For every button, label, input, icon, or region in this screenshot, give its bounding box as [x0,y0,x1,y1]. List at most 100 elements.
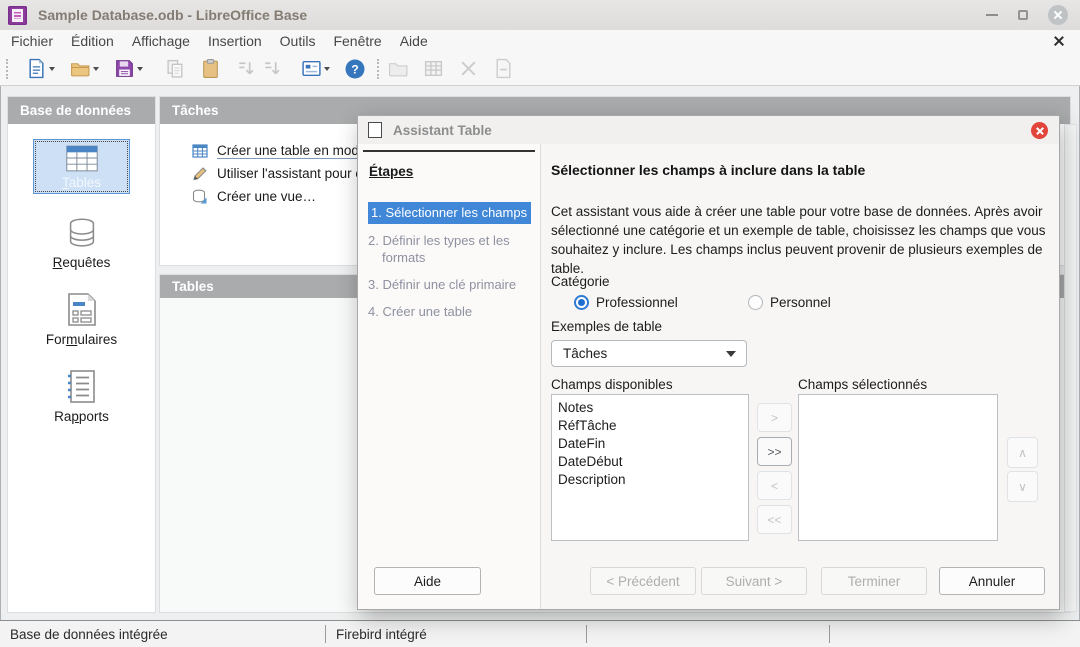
table-button [420,56,446,82]
dialog-title-bar: Assistant Table [358,116,1059,144]
form-view-dropdown[interactable] [324,67,330,74]
status-separator [586,625,587,643]
restore-button[interactable] [1018,10,1028,20]
move-up-button: ∧ [1007,437,1038,468]
help-button[interactable]: ? [342,56,368,82]
delete-button [455,56,481,82]
add-field-button: > [757,403,792,432]
libreoffice-base-icon [8,6,27,25]
radio-selected-icon [574,295,589,310]
toolbar-grip[interactable] [6,59,8,79]
queries-icon [63,215,101,251]
form-view-icon [301,58,322,79]
sort-ascending-button [232,56,258,82]
menu-insertion[interactable]: Insertion [199,33,271,49]
new-document-button[interactable] [23,56,49,82]
sidebar-item-formulaires[interactable]: Formulaires [8,291,155,347]
wizard-pen-icon [192,166,208,181]
dialog-close-button[interactable] [1031,122,1048,139]
sidebar-item-tables[interactable]: Tables [33,139,130,194]
delete-icon [458,58,479,79]
menu-fenetre[interactable]: Fenêtre [324,33,390,49]
move-down-button: ∨ [1007,471,1038,502]
status-bar: Base de données intégrée Firebird intégr… [0,620,1080,647]
sidebar-item-rapports[interactable]: Rapports [8,368,155,424]
table-view-icon [192,189,208,204]
wizard-step-4[interactable]: 4. Créer une table [368,303,532,320]
help-icon: ? [344,58,366,80]
rename-icon [493,58,514,79]
copy-icon [165,58,186,79]
toolbar: ? [0,52,1080,86]
form-view-button[interactable] [298,56,324,82]
reports-icon [65,368,99,405]
toolbar-grip-2[interactable] [377,59,379,79]
menu-aide[interactable]: Aide [391,33,437,49]
title-bar: Sample Database.odb - LibreOffice Base [0,0,1080,30]
radio-personnel[interactable]: Personnel [748,295,831,310]
menu-bar: Fichier Édition Affichage Insertion Outi… [0,30,1080,52]
available-fields-list[interactable]: Notes RéfTâche DateFin DateDébut Descrip… [551,394,749,541]
status-database-type: Base de données intégrée [10,627,168,642]
close-document-icon[interactable] [1052,34,1066,48]
table-examples-dropdown[interactable]: Tâches [551,340,747,367]
list-item[interactable]: DateDébut [552,453,748,471]
task-label: Utiliser l'assistant pour cr [217,166,367,181]
rename-button [490,56,516,82]
save-button[interactable] [111,56,137,82]
wizard-step-1[interactable]: 1. Sélectionner les champs [368,202,531,224]
finish-button: Terminer [821,567,927,595]
wizard-page-heading: Sélectionner les champs à inclure dans l… [551,162,865,178]
list-item[interactable]: Description [552,471,748,489]
previous-button: < Précédent [590,567,696,595]
open-button[interactable] [67,56,93,82]
minimize-button[interactable] [986,14,998,16]
menu-affichage[interactable]: Affichage [123,33,199,49]
wizard-step-2[interactable]: 2. Définir les types et les formats [368,232,532,266]
roadmap-divider [363,150,535,152]
table-examples-label: Exemples de table [551,319,662,334]
help-button[interactable]: Aide [374,567,481,595]
sort-ascending-icon [235,58,256,79]
dropdown-value: Tâches [563,346,726,361]
selected-fields-list[interactable] [798,394,998,541]
sort-descending-button [258,56,284,82]
workspace-scrollbar[interactable] [1064,124,1077,612]
copy-button [162,56,188,82]
application-window: Sample Database.odb - LibreOffice Base F… [0,0,1080,647]
svg-text:?: ? [351,62,358,76]
sidebar-item-requetes[interactable]: Requêtes [8,215,155,270]
table-icon [423,58,444,79]
paste-button[interactable] [197,56,223,82]
add-all-fields-button[interactable]: >> [757,437,792,466]
tables-icon [63,143,101,174]
list-item[interactable]: Notes [552,399,748,417]
menu-edition[interactable]: Édition [62,33,123,49]
sidebar-item-label: Tables [62,175,101,190]
dialog-icon [368,122,382,138]
cancel-button[interactable]: Annuler [939,567,1045,595]
table-wizard-dialog: Assistant Table Étapes 1. Sélectionner l… [357,115,1060,610]
database-sidebar: Base de données Tables Requêtes [8,97,155,612]
open-dropdown[interactable] [93,67,99,74]
task-label: Créer une table en mode [217,143,366,159]
radio-professionnel[interactable]: Professionnel [574,295,678,310]
status-separator [829,625,830,643]
menu-fichier[interactable]: Fichier [2,33,62,49]
open-folder-icon [70,58,91,79]
wizard-step-3[interactable]: 3. Définir une clé primaire [368,276,532,293]
sidebar-item-label: Requêtes [53,255,111,270]
list-item[interactable]: RéfTâche [552,417,748,435]
save-dropdown[interactable] [137,67,143,74]
task-label: Créer une vue… [217,189,316,204]
menu-outils[interactable]: Outils [271,33,325,49]
next-button: Suivant > [701,567,807,595]
wizard-steps-panel: Étapes 1. Sélectionner les champs 2. Déf… [358,144,541,609]
sidebar-item-label: Formulaires [46,332,117,347]
steps-header: Étapes [369,164,413,179]
close-button[interactable] [1048,5,1068,25]
new-document-dropdown[interactable] [49,67,55,74]
chevron-down-icon [726,351,736,362]
list-item[interactable]: DateFin [552,435,748,453]
open-database-object-icon [388,58,409,79]
